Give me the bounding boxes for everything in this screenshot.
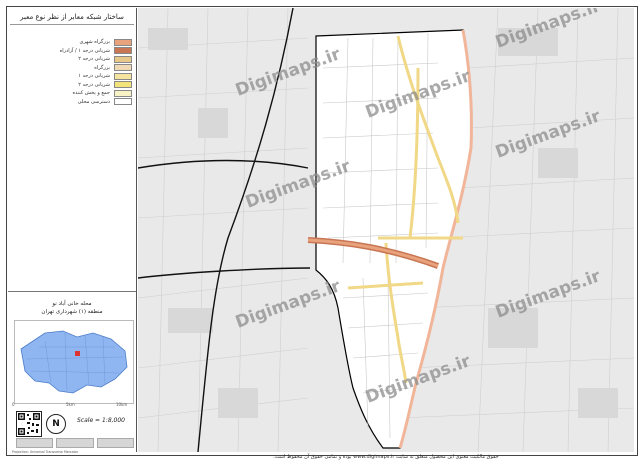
- tehran-region-shape: [20, 330, 128, 394]
- legend-item: شریانی درجه ۲: [12, 55, 132, 64]
- inset-map-svg: [20, 330, 128, 394]
- legend-swatch: [114, 72, 132, 80]
- inset-axis-5: 5km: [66, 402, 75, 407]
- legend-label: بزرگراه: [94, 64, 110, 71]
- inset-axis-0: 0: [12, 402, 15, 407]
- inset-axis-10: 10km: [116, 402, 128, 407]
- legend-swatch: [114, 55, 132, 63]
- legend-item: شریانی درجه ۱: [12, 72, 132, 81]
- panel-divider: [8, 291, 136, 292]
- legend-swatch: [114, 89, 132, 97]
- map-svg: Digimaps.ir Digimaps.ir Digimaps.ir Digi…: [138, 8, 634, 452]
- watermark-5: Digimaps.ir: [233, 276, 344, 333]
- legend-item: شریانی درجه ۲: [12, 81, 132, 90]
- legend-label: شریانی درجه ۱: [78, 73, 110, 80]
- map-area: Digimaps.ir Digimaps.ir Digimaps.ir Digi…: [138, 8, 634, 452]
- legend-label: دسترسی محلی: [77, 98, 110, 105]
- panel-title: ساختار شبکه معابر از نظر نوع معبر: [10, 10, 134, 25]
- legend-item: بزرگراه: [12, 64, 132, 73]
- north-arrow-icon: N: [46, 414, 66, 434]
- legend-item: دسترسی محلی: [12, 98, 132, 107]
- footer-copyright: حقوق مالکیت معنوی این محصول متعلق به سای…: [273, 454, 499, 460]
- logo-2: [56, 438, 94, 448]
- legend-item: شریانی درجه ۱ / آزادراه: [12, 47, 132, 56]
- legend-label: بزرگراه شهری: [79, 39, 110, 46]
- scale-label: Scale = 1:8,000: [77, 417, 125, 424]
- legend: بزرگراه شهری شریانی درجه ۱ / آزادراه شریان…: [12, 38, 132, 106]
- inset-map: [14, 320, 134, 404]
- legend-item: بزرگراه شهری: [12, 38, 132, 47]
- legend-swatch: [114, 38, 132, 46]
- legend-label: جمع و پخش کننده: [72, 90, 110, 97]
- area-title-line2: منطقه (۱) شهرداری تهران: [41, 309, 103, 315]
- legend-label: شریانی درجه ۲: [78, 56, 110, 63]
- legend-swatch: [114, 98, 132, 106]
- legend-label: شریانی درجه ۱ / آزادراه: [59, 47, 110, 54]
- logo-3: [96, 438, 134, 448]
- watermark-6: Digimaps.ir: [493, 266, 604, 323]
- qr-code: [16, 411, 42, 437]
- area-title-line1: محله خانی آباد نو: [52, 301, 92, 307]
- area-title: محله خانی آباد نو منطقه (۱) شهرداری تهرا…: [10, 300, 134, 316]
- legend-panel: ساختار شبکه معابر از نظر نوع معبر بزرگرا…: [8, 8, 137, 454]
- logo-1: [16, 438, 54, 448]
- legend-swatch: [114, 81, 132, 89]
- legend-swatch: [114, 64, 132, 72]
- logos-strip: [16, 438, 134, 448]
- legend-swatch: [114, 47, 132, 55]
- legend-item: جمع و پخش کننده: [12, 89, 132, 98]
- projection-credit: Projection: Universal Transverse Mercato…: [12, 450, 79, 454]
- location-marker: [75, 351, 80, 356]
- legend-label: شریانی درجه ۲: [78, 81, 110, 88]
